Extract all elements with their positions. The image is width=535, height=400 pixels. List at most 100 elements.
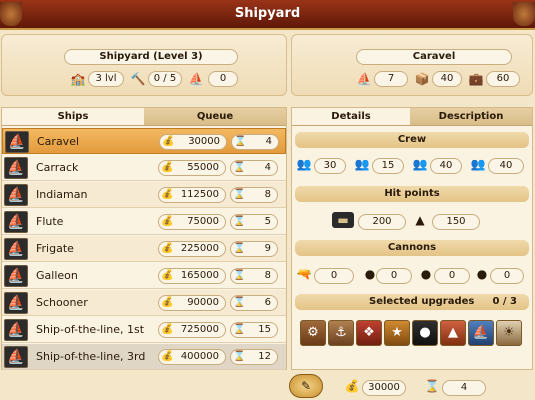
ship-row[interactable]: ⛵ Ship-of-the-line, 1st 💰 725000 ⌛ 15 — [2, 317, 286, 343]
crew-sailor-icon: 👥 — [296, 157, 312, 171]
chain-shot-icon: ● — [420, 267, 432, 281]
tab-description[interactable]: Description — [410, 108, 532, 126]
ship-thumbnail-icon: ⛵ — [4, 157, 28, 179]
hourglass-icon: ⌛ — [233, 243, 246, 254]
upgrades-label: Selected upgrades — [369, 296, 475, 307]
crew-value-4: 40 — [488, 158, 524, 174]
cannon-icon: 🔫 — [296, 267, 312, 281]
ship-name: Ship-of-the-line, 1st — [36, 323, 145, 336]
crew-gunner-icon: 👥 — [412, 157, 428, 171]
window-titlebar: Shipyard — [0, 0, 535, 30]
ship-gold-cost: 💰 75000 — [158, 214, 226, 230]
titlebar-corner-right — [513, 2, 535, 26]
ship-row[interactable]: ⛵ Galleon 💰 165000 ⌛ 8 — [2, 263, 286, 289]
ship-gold-cost: 💰 165000 — [158, 268, 226, 284]
ship-stat-speed: 7 — [374, 71, 408, 87]
ship-header-panel: Caravel ⛵ 7 📦 40 💼 60 — [291, 34, 533, 96]
ship-row[interactable]: ⛵ Ship-of-the-line, 3rd 💰 400000 ⌛ 12 — [2, 344, 286, 370]
hammer-icon: 🔨 — [130, 72, 146, 86]
gold-coins-icon: 💰 — [161, 162, 174, 173]
ship-gold-value: 225000 — [180, 243, 219, 254]
ship-time-value: 5 — [264, 216, 271, 227]
hourglass-icon: ⌛ — [424, 379, 440, 393]
shipyard-header-panel: Shipyard (Level 3) 🏫 3 lvl 🔨 0 / 5 ⛵ 0 — [1, 34, 287, 96]
crew-officer-icon: 👥 — [470, 157, 486, 171]
ship-thumbnail-icon: ⛵ — [4, 238, 28, 260]
hourglass-icon: ⌛ — [233, 189, 246, 200]
ship-thumbnail-icon: ⛵ — [5, 131, 29, 153]
grape-shot-icon: ● — [476, 267, 488, 281]
ship-stat-capacity: 60 — [486, 71, 520, 87]
ship-row[interactable]: ⛵ Flute 💰 75000 ⌛ 5 — [2, 209, 286, 235]
gold-coins-icon: 💰 — [161, 189, 174, 200]
upgrade-armor-icon[interactable]: ❖ — [356, 320, 382, 346]
upgrade-sails-icon[interactable]: ⛵ — [468, 320, 494, 346]
ship-gold-value: 30000 — [188, 136, 220, 147]
ships-panel: Ships Queue ⛵ Caravel 💰 30000 ⌛ 4 ⛵ Carrack 💰 550… — [1, 107, 287, 370]
ship-gold-cost: 💰 400000 — [158, 349, 226, 365]
ship-thumbnail-icon: ⛵ — [4, 292, 28, 314]
ship-thumbnail-icon: ⛵ — [4, 319, 28, 341]
ship-title: Caravel — [356, 49, 512, 65]
footer-build-time: 4 — [442, 380, 486, 396]
hourglass-icon: ⌛ — [233, 351, 246, 362]
tab-details[interactable]: Details — [292, 108, 410, 126]
ship-build-time: ⌛ 4 — [231, 134, 279, 150]
shipyard-level-value: 3 lvl — [88, 71, 124, 87]
docks-value: 0 — [208, 71, 238, 87]
cannon-value-1: 0 — [314, 268, 354, 284]
ship-gold-value: 55000 — [187, 162, 219, 173]
crew-value-2: 15 — [372, 158, 404, 174]
mast-icon: ▲ — [415, 213, 425, 227]
hit-points-section-header: Hit points — [295, 186, 529, 202]
ship-time-value: 15 — [258, 324, 271, 335]
build-button[interactable]: ✎ — [289, 374, 323, 398]
workers-value: 0 / 5 — [148, 71, 182, 87]
ship-row[interactable]: ⛵ Indiaman 💰 112500 ⌛ 8 — [2, 182, 286, 208]
cannons-section-header: Cannons — [295, 240, 529, 256]
upgrade-rigging-icon[interactable]: ⚓ — [328, 320, 354, 346]
upgrades-section-header: Selected upgrades 0 / 3 — [295, 294, 529, 310]
footer-gold-cost: 30000 — [362, 380, 406, 396]
details-panel: Details Description Crew 👥 30 👥 15 👥 40 … — [291, 107, 533, 370]
crew-value-3: 40 — [430, 158, 462, 174]
tab-ships[interactable]: Ships — [2, 108, 144, 126]
ship-gold-value: 400000 — [180, 351, 219, 362]
upgrade-cargo-icon[interactable]: ★ — [384, 320, 410, 346]
ship-gold-cost: 💰 30000 — [159, 134, 227, 150]
ship-build-time: ⌛ 4 — [230, 160, 278, 176]
upgrade-powder-icon[interactable]: ▲ — [440, 320, 466, 346]
ship-gold-value: 112500 — [180, 189, 219, 200]
ship-time-value: 4 — [264, 162, 271, 173]
gold-coins-icon: 💰 — [161, 324, 174, 335]
ship-row[interactable]: ⛵ Carrack 💰 55000 ⌛ 4 — [2, 155, 286, 181]
ship-row[interactable]: ⛵ Caravel 💰 30000 ⌛ 4 — [2, 128, 286, 154]
ship-thumbnail-icon: ⛵ — [4, 184, 28, 206]
ship-thumbnail-icon: ⛵ — [4, 211, 28, 233]
ship-gold-cost: 💰 112500 — [158, 187, 226, 203]
ship-build-time: ⌛ 12 — [230, 349, 278, 365]
ship-stat-cargo: 40 — [432, 71, 462, 87]
tab-queue[interactable]: Queue — [144, 108, 286, 126]
cargo-crate-icon: 📦 — [414, 72, 430, 86]
upgrade-crew-icon[interactable]: ☀ — [496, 320, 522, 346]
gold-coins-icon: 💰 — [344, 379, 360, 393]
hull-value: 200 — [358, 214, 406, 230]
crew-soldier-icon: 👥 — [354, 157, 370, 171]
ship-gold-cost: 💰 90000 — [158, 295, 226, 311]
gold-coins-icon: 💰 — [161, 297, 174, 308]
ship-row[interactable]: ⛵ Schooner 💰 90000 ⌛ 6 — [2, 290, 286, 316]
ship-row[interactable]: ⛵ Frigate 💰 225000 ⌛ 9 — [2, 236, 286, 262]
upgrade-cannon-icon[interactable]: ● — [412, 320, 438, 346]
cannon-value-2: 0 — [376, 268, 412, 284]
ship-gold-cost: 💰 725000 — [158, 322, 226, 338]
ship-name: Caravel — [37, 135, 80, 148]
ship-thumbnail-icon: ⛵ — [4, 265, 28, 287]
upgrade-hull-icon[interactable]: ⚙ — [300, 320, 326, 346]
hourglass-icon: ⌛ — [233, 324, 246, 335]
ship-name: Frigate — [36, 242, 74, 255]
ship-time-value: 6 — [264, 297, 271, 308]
ship-build-time: ⌛ 6 — [230, 295, 278, 311]
building-icon: 🏫 — [70, 72, 86, 86]
ship-build-time: ⌛ 15 — [230, 322, 278, 338]
